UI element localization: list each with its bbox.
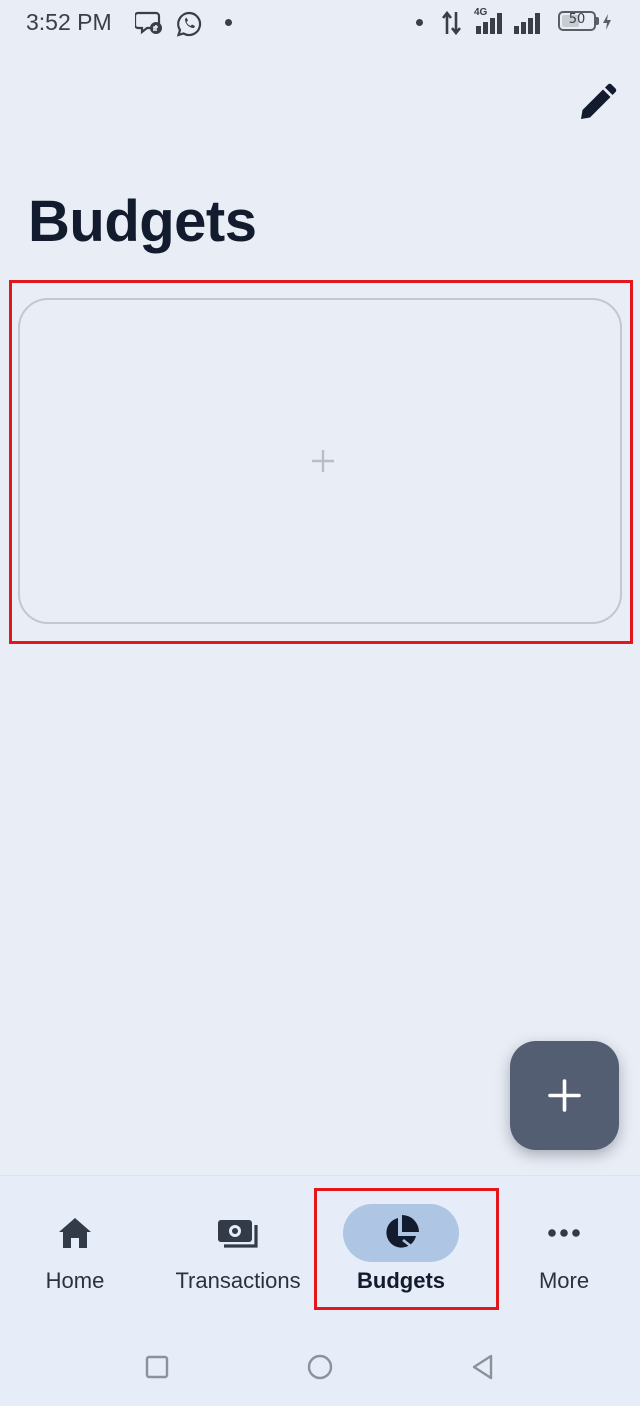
- add-budget-card[interactable]: [18, 298, 622, 624]
- circle-icon: [307, 1354, 333, 1380]
- notification-dot: [225, 19, 232, 26]
- nav-label-home: Home: [45, 1268, 105, 1293]
- home-system-button[interactable]: [306, 1353, 334, 1381]
- nav-active-pill: [343, 1204, 459, 1262]
- nav-icon-container: [506, 1204, 622, 1262]
- data-transfer-icon: [440, 10, 464, 41]
- nav-icon-container: [180, 1204, 296, 1262]
- back-triangle-icon: [472, 1354, 493, 1380]
- signal-icon: [512, 12, 546, 39]
- messenger-icon: [133, 10, 163, 41]
- pie-chart-icon: [386, 1215, 419, 1249]
- notification-dot: [416, 19, 423, 26]
- page-title: Budgets: [28, 189, 257, 254]
- nav-item-budgets[interactable]: Budgets: [321, 1176, 481, 1316]
- more-icon: [548, 1229, 580, 1237]
- bottom-nav: Home Transactions Budgets More: [0, 1175, 640, 1316]
- square-icon: [145, 1355, 169, 1379]
- whatsapp-icon: [175, 10, 203, 43]
- nav-item-home[interactable]: Home: [0, 1176, 155, 1316]
- battery-level: 50: [568, 12, 586, 27]
- status-bar: 3:52 PM 4G 50: [0, 0, 640, 48]
- battery-cap: [596, 17, 599, 25]
- nav-item-more[interactable]: More: [484, 1176, 640, 1316]
- home-icon: [59, 1218, 91, 1248]
- plus-icon: [548, 1079, 581, 1112]
- back-system-button[interactable]: [469, 1353, 497, 1381]
- battery-icon: 50: [558, 11, 596, 31]
- pencil-icon: [581, 83, 617, 119]
- plus-icon: [310, 448, 336, 477]
- nav-item-transactions[interactable]: Transactions: [158, 1176, 318, 1316]
- nav-label-transactions: Transactions: [175, 1268, 301, 1293]
- money-icon: [218, 1220, 258, 1248]
- charging-icon: [602, 14, 612, 35]
- add-fab-button[interactable]: [510, 1041, 619, 1150]
- edit-button[interactable]: [576, 82, 618, 124]
- recent-apps-button[interactable]: [143, 1353, 171, 1381]
- nav-label-budgets: Budgets: [357, 1268, 445, 1293]
- system-nav-bar: [0, 1315, 640, 1406]
- nav-label-more: More: [538, 1268, 590, 1293]
- status-time: 3:52 PM: [26, 9, 112, 35]
- signal-icon: [474, 12, 506, 39]
- nav-icon-container: [17, 1204, 133, 1262]
